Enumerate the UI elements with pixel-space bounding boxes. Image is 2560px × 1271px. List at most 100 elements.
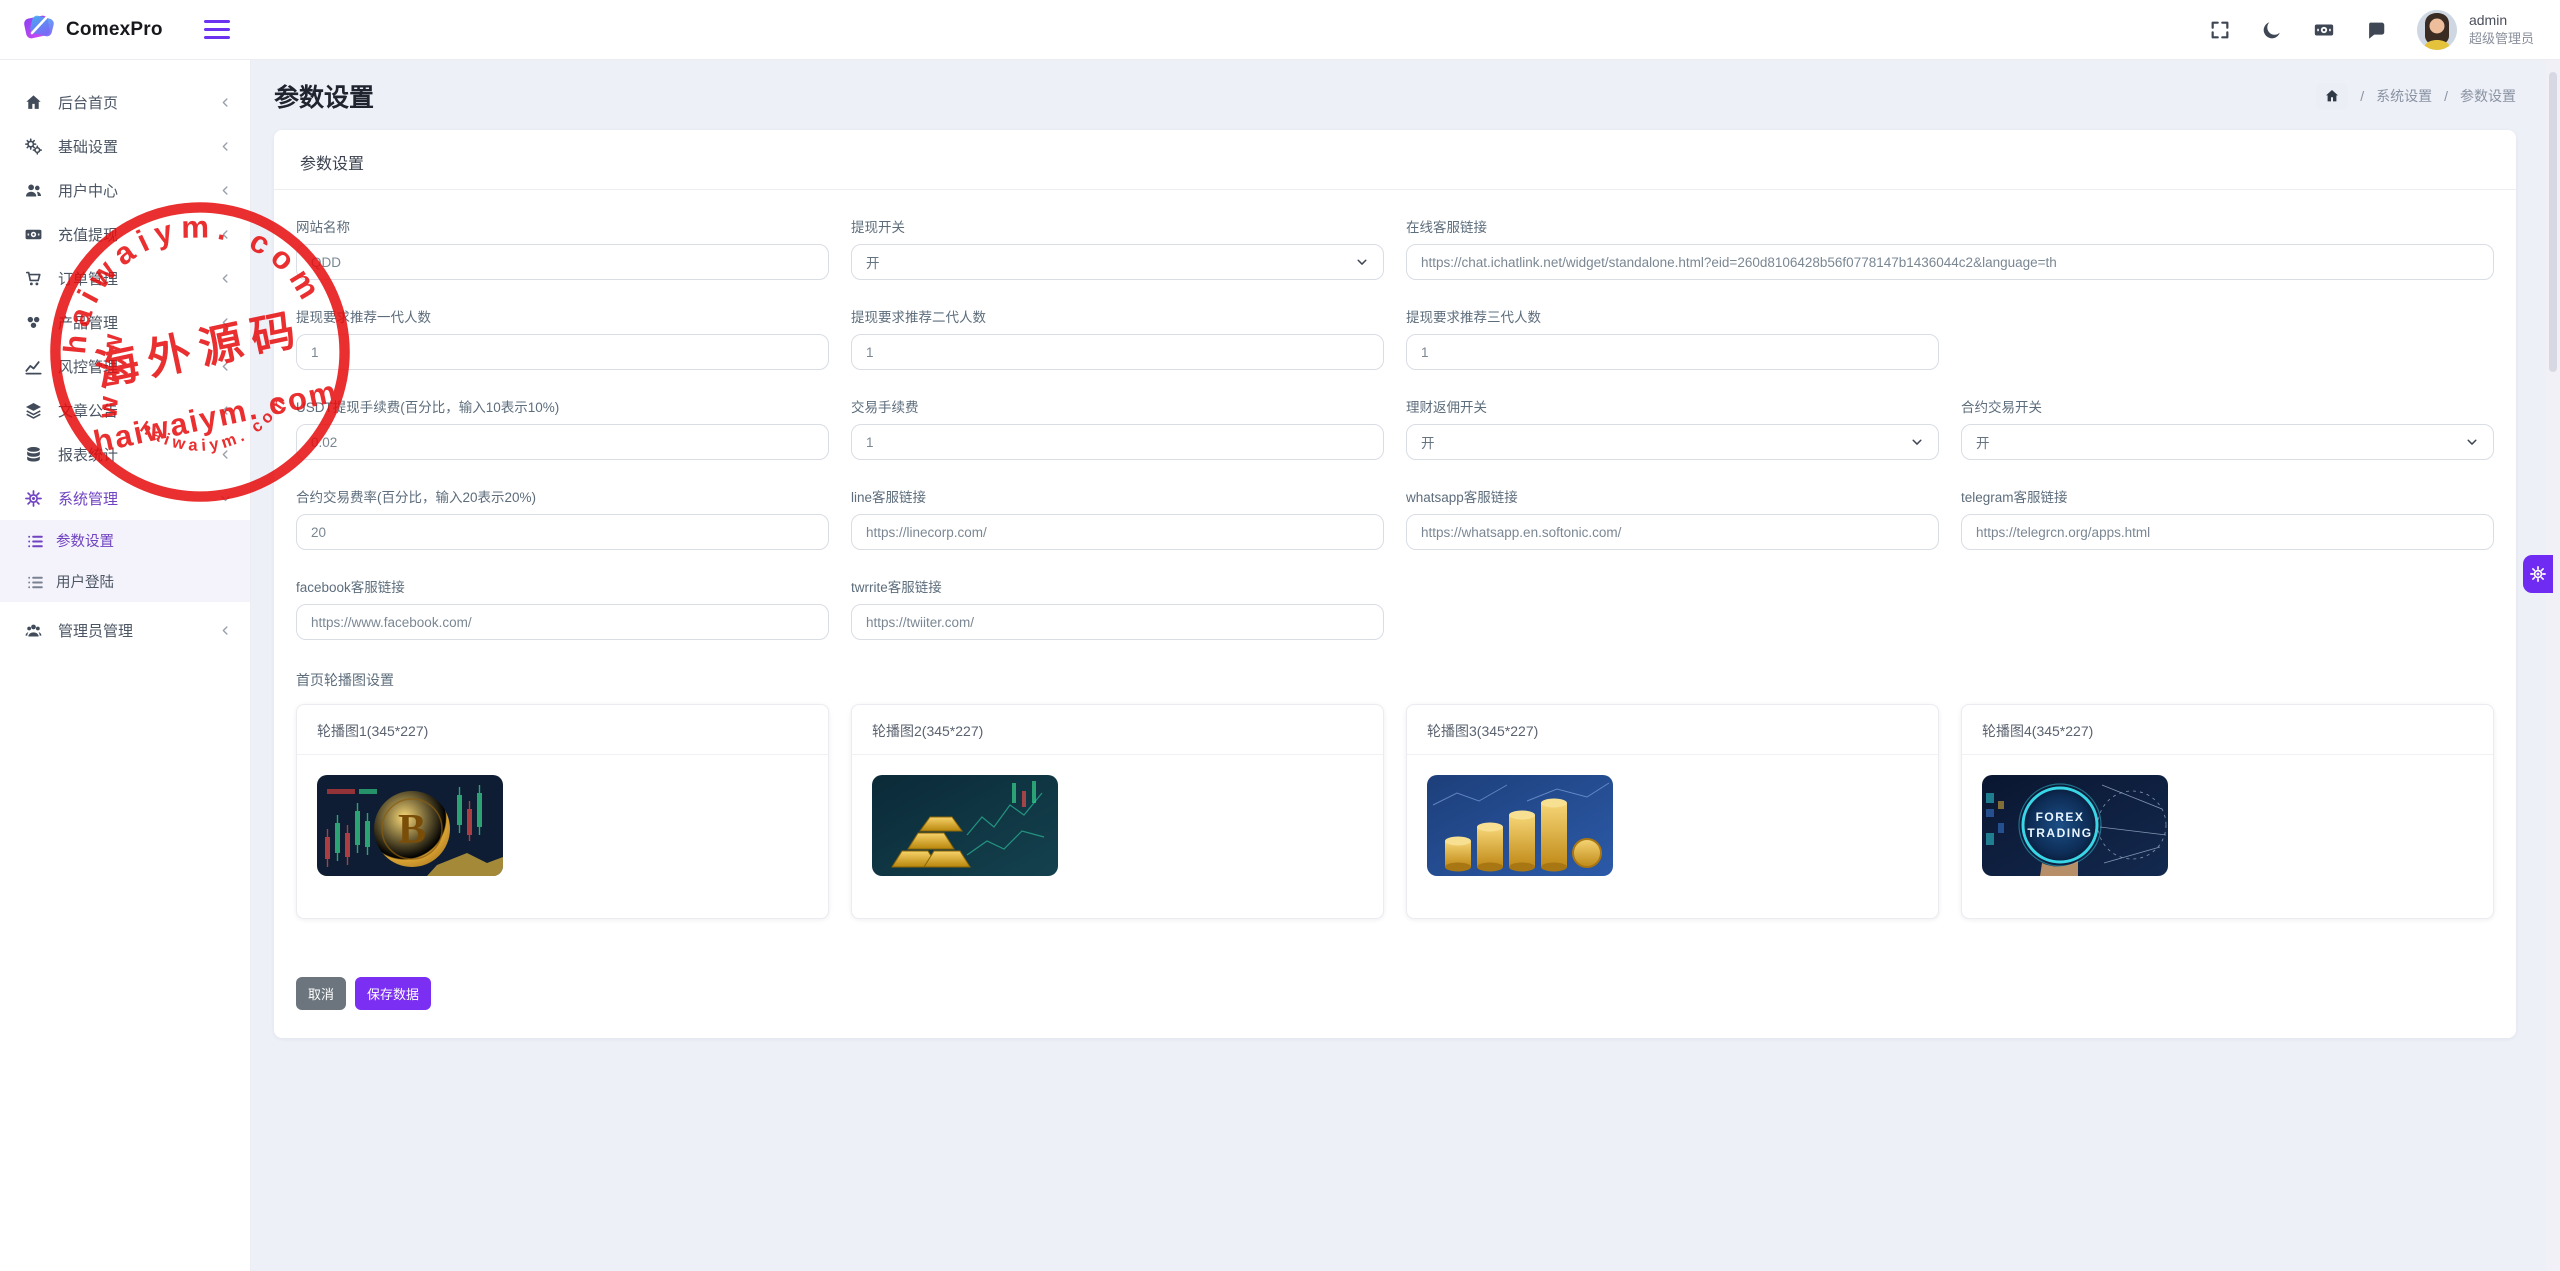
scrollbar-thumb[interactable] <box>2549 72 2557 372</box>
cubes-icon <box>24 313 43 332</box>
brand[interactable]: ComexPro <box>0 11 190 48</box>
system-submenu: 参数设置 用户登陆 <box>0 520 250 602</box>
admin-name: admin <box>2469 11 2534 30</box>
sidebar-item-label: 产品管理 <box>58 312 118 333</box>
field-label: 提现要求推荐二代人数 <box>851 306 1384 326</box>
carousel-card-1: 轮播图1(345*227) <box>296 704 829 919</box>
gold-bars-chart-image[interactable] <box>872 775 1058 876</box>
field-label: 合约交易开关 <box>1961 396 2494 416</box>
field-label: whatsapp客服链接 <box>1406 486 1939 506</box>
list-icon <box>26 532 43 549</box>
bitcoin-candlestick-image[interactable]: B <box>317 775 503 876</box>
list-icon <box>26 573 43 590</box>
field-label: 提现开关 <box>851 216 1384 236</box>
sidebar-item-system-management[interactable]: 系统管理 <box>0 476 250 520</box>
users-icon <box>24 181 43 200</box>
sidebar-item-label: 充值提现 <box>58 224 118 245</box>
field-label: 理财返佣开关 <box>1406 396 1939 416</box>
sidebar-item-label: 用户登陆 <box>56 571 114 592</box>
telegram-service-link-input[interactable] <box>1961 514 2494 550</box>
carousel-card-title: 轮播图3(345*227) <box>1407 705 1938 755</box>
sidebar-item-label: 用户中心 <box>58 180 118 201</box>
select-value: 开 <box>866 252 880 272</box>
contract-trade-switch-select[interactable]: 开 <box>1961 424 2494 460</box>
chevron-left-icon <box>219 184 232 197</box>
referral-gen3-input[interactable] <box>1406 334 1939 370</box>
facebook-service-link-input[interactable] <box>296 604 829 640</box>
field-label: facebook客服链接 <box>296 576 829 596</box>
layers-icon <box>24 401 43 420</box>
carousel-card-3: 轮播图3(345*227) <box>1406 704 1939 919</box>
card-title: 参数设置 <box>274 130 2516 190</box>
sidebar: 后台首页 基础设置 用户中心 充值提现 订单管理 产品管理 <box>0 60 251 1271</box>
referral-gen2-input[interactable] <box>851 334 1384 370</box>
top-header: ComexPro admin 超级管理员 <box>0 0 2560 60</box>
chevron-left-icon <box>219 624 232 637</box>
sidebar-item-products[interactable]: 产品管理 <box>0 300 250 344</box>
cancel-button[interactable]: 取消 <box>296 977 346 1010</box>
field-label: 网站名称 <box>296 216 829 236</box>
logo-text: ComexPro <box>66 19 163 41</box>
referral-gen1-input[interactable] <box>296 334 829 370</box>
contract-fee-rate-input[interactable] <box>296 514 829 550</box>
carousel-card-title: 轮播图4(345*227) <box>1962 705 2493 755</box>
sidebar-item-admin-management[interactable]: 管理员管理 <box>0 608 250 652</box>
wealth-rebate-switch-select[interactable]: 开 <box>1406 424 1939 460</box>
dark-mode-moon-icon[interactable] <box>2261 19 2283 41</box>
sidebar-item-label: 订单管理 <box>58 268 118 289</box>
chevron-down-icon <box>1910 435 1924 449</box>
forex-trading-circle-image[interactable]: FOREX TRADING <box>1982 775 2168 876</box>
sidebar-item-basic-settings[interactable]: 基础设置 <box>0 124 250 168</box>
save-button[interactable]: 保存数据 <box>355 977 431 1010</box>
sidebar-item-articles[interactable]: 文章公告 <box>0 388 250 432</box>
carousel-card-2: 轮播图2(345*227) <box>851 704 1384 919</box>
chevron-left-icon <box>219 96 232 109</box>
fullscreen-icon[interactable] <box>2209 19 2231 41</box>
page-title: 参数设置 <box>274 78 374 114</box>
admin-profile[interactable]: admin 超级管理员 <box>2417 10 2534 50</box>
sidebar-item-deposit-withdraw[interactable]: 充值提现 <box>0 212 250 256</box>
sidebar-item-user-center[interactable]: 用户中心 <box>0 168 250 212</box>
sidebar-item-orders[interactable]: 订单管理 <box>0 256 250 300</box>
select-value: 开 <box>1976 432 1990 452</box>
breadcrumb-separator: / <box>2444 88 2448 104</box>
sidebar-item-user-login[interactable]: 用户登陆 <box>0 561 250 602</box>
admin-role: 超级管理员 <box>2469 30 2534 48</box>
usdt-withdraw-fee-input[interactable] <box>296 424 829 460</box>
field-label: 交易手续费 <box>851 396 1384 416</box>
twitter-service-link-input[interactable] <box>851 604 1384 640</box>
sidebar-item-label: 后台首页 <box>58 92 118 113</box>
sidebar-item-parameter-settings[interactable]: 参数设置 <box>0 520 250 561</box>
online-service-link-input[interactable] <box>1406 244 2494 280</box>
sidebar-item-label: 文章公告 <box>58 400 118 421</box>
chevron-left-icon <box>219 448 232 461</box>
main-content: 参数设置 / 系统设置 / 参数设置 参数设置 网站名称 提现开关 开 <box>251 60 2560 1271</box>
settings-fab-button[interactable] <box>2523 555 2553 593</box>
line-service-link-input[interactable] <box>851 514 1384 550</box>
chevron-left-icon <box>219 316 232 329</box>
chevron-down-icon <box>2465 435 2479 449</box>
chat-icon[interactable] <box>2365 19 2387 41</box>
breadcrumb-home-icon[interactable] <box>2316 83 2348 110</box>
sidebar-item-reports[interactable]: 报表统计 <box>0 432 250 476</box>
withdraw-switch-select[interactable]: 开 <box>851 244 1384 280</box>
site-name-input[interactable] <box>296 244 829 280</box>
chevron-left-icon <box>219 404 232 417</box>
whatsapp-service-link-input[interactable] <box>1406 514 1939 550</box>
chevron-down-icon <box>219 492 232 505</box>
carousel-card-title: 轮播图2(345*227) <box>852 705 1383 755</box>
chevron-left-icon <box>219 228 232 241</box>
breadcrumb-system-settings[interactable]: 系统设置 <box>2376 86 2432 106</box>
hamburger-menu-icon[interactable] <box>204 20 230 40</box>
trade-fee-input[interactable] <box>851 424 1384 460</box>
field-label: telegram客服链接 <box>1961 486 2494 506</box>
logo-icon <box>22 11 56 48</box>
banknote-icon[interactable] <box>2313 19 2335 41</box>
sidebar-item-label: 报表统计 <box>58 444 118 465</box>
sidebar-item-label: 基础设置 <box>58 136 118 157</box>
gold-coin-stacks-image[interactable] <box>1427 775 1613 876</box>
carousel-card-4: 轮播图4(345*227) <box>1961 704 2494 919</box>
gear-icon <box>24 489 43 508</box>
sidebar-item-risk-control[interactable]: 风控管理 <box>0 344 250 388</box>
sidebar-item-dashboard[interactable]: 后台首页 <box>0 80 250 124</box>
